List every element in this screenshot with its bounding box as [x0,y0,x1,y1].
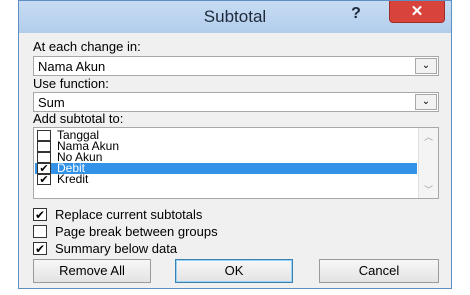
pagebreak-checkbox[interactable] [33,225,47,238]
remove-all-button[interactable]: Remove All [33,259,151,283]
scroll-up-icon[interactable]: ︿ [419,130,438,143]
function-label: Use function: [33,76,109,91]
change-value: Nama Akun [38,59,106,74]
cancel-button[interactable]: Cancel [319,259,439,283]
listbox-scrollbar[interactable]: ︿ ﹀ [418,128,438,198]
chevron-down-icon[interactable]: ⌄ [415,94,437,110]
ok-button[interactable]: OK [175,259,293,283]
checkbox[interactable] [37,141,51,152]
summary-label: Summary below data [55,241,178,256]
title-bar: Subtotal ? ✕ [19,1,451,33]
checkbox[interactable] [37,130,51,141]
help-button[interactable]: ? [341,3,371,25]
scroll-down-icon[interactable]: ﹀ [419,183,438,196]
chevron-down-icon[interactable]: ⌄ [415,58,437,74]
list-item-no-akun[interactable]: No Akun [35,151,417,163]
list-item-kredit[interactable]: ✔ Kredit [35,172,417,186]
list-item-debit[interactable]: ✔ Debit [35,162,417,175]
replace-label: Replace current subtotals [55,207,203,222]
replace-checkbox[interactable]: ✔ [33,208,47,221]
subtotal-dialog: Subtotal ? ✕ At each change in: Nama Aku… [18,0,452,289]
checkbox[interactable] [37,152,51,163]
function-select[interactable]: Sum ⌄ [33,92,439,112]
list-item-label: Kredit [57,172,89,186]
addto-listbox[interactable]: Tanggal Nama Akun No Akun ✔ Debit ✔ Kred… [33,127,439,199]
addto-label: Add subtotal to: [33,111,124,126]
change-label: At each change in: [33,39,141,54]
change-select[interactable]: Nama Akun ⌄ [33,56,439,76]
close-button[interactable]: ✕ [389,1,445,23]
function-value: Sum [38,95,65,110]
checkbox[interactable]: ✔ [37,163,51,175]
checkbox[interactable]: ✔ [37,174,51,186]
pagebreak-label: Page break between groups [55,224,218,239]
dialog-title: Subtotal [203,7,267,26]
summary-checkbox[interactable]: ✔ [33,242,47,255]
